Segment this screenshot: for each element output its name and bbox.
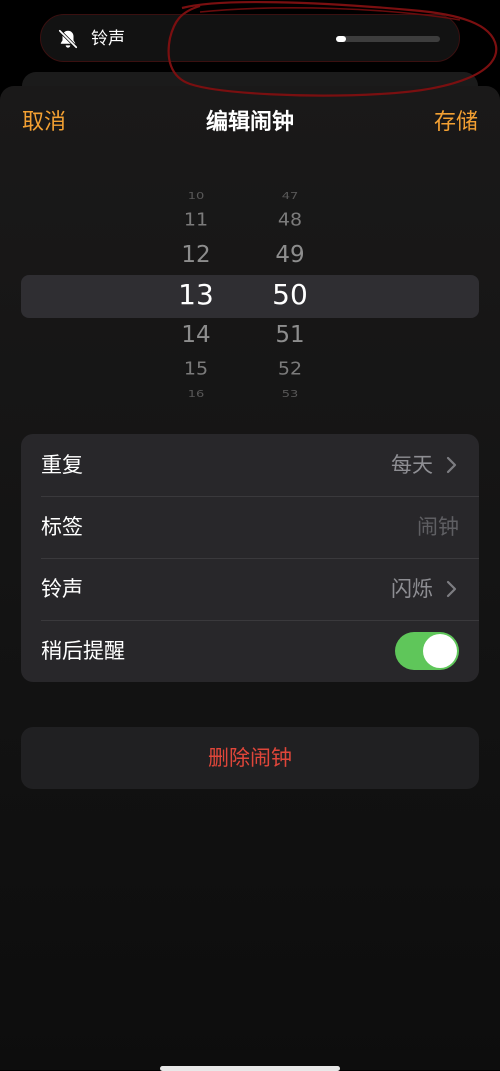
toggle-knob bbox=[423, 634, 457, 668]
repeat-row[interactable]: 重复 每天 bbox=[21, 434, 479, 496]
snooze-toggle[interactable] bbox=[395, 632, 459, 670]
bell-slash-icon bbox=[58, 29, 78, 49]
tag-row[interactable]: 标签 闹钟 bbox=[21, 496, 479, 558]
picker-selection-band bbox=[21, 275, 479, 318]
minute-option[interactable]: 48 bbox=[260, 210, 320, 231]
hud-label: 铃声 bbox=[91, 29, 125, 49]
snooze-row: 稍后提醒 bbox=[21, 620, 479, 682]
hour-option[interactable]: 15 bbox=[166, 359, 226, 380]
hour-option[interactable]: 16 bbox=[166, 388, 226, 401]
hour-selected[interactable]: 13 bbox=[166, 279, 226, 311]
page-title: 编辑闹钟 bbox=[205, 110, 294, 135]
hour-option[interactable]: 14 bbox=[166, 322, 226, 349]
sound-value: 闪烁 bbox=[391, 577, 433, 601]
minute-option[interactable]: 51 bbox=[260, 322, 320, 349]
volume-slider[interactable] bbox=[336, 36, 440, 42]
alarm-settings-group: 重复 每天 标签 闹钟 铃声 闪烁 稍后提醒 bbox=[21, 434, 479, 682]
repeat-value: 每天 bbox=[391, 453, 433, 477]
tag-label: 标签 bbox=[41, 515, 83, 539]
minute-selected[interactable]: 50 bbox=[260, 279, 320, 311]
save-button[interactable]: 存储 bbox=[434, 108, 478, 138]
chevron-right-icon bbox=[446, 580, 457, 598]
hour-option[interactable]: 12 bbox=[166, 242, 226, 269]
minute-option[interactable]: 47 bbox=[260, 190, 320, 203]
sound-row[interactable]: 铃声 闪烁 bbox=[21, 558, 479, 620]
delete-alarm-button[interactable]: 删除闹钟 bbox=[21, 727, 479, 789]
minute-option[interactable]: 52 bbox=[260, 359, 320, 380]
delete-alarm-label: 删除闹钟 bbox=[208, 746, 292, 770]
tag-input[interactable]: 闹钟 bbox=[417, 513, 459, 541]
home-indicator[interactable] bbox=[160, 1066, 340, 1071]
snooze-label: 稍后提醒 bbox=[41, 639, 125, 663]
volume-fill bbox=[336, 36, 347, 42]
minute-option[interactable]: 53 bbox=[260, 388, 320, 401]
minute-option[interactable]: 49 bbox=[260, 242, 320, 269]
ringer-volume-hud: 铃声 bbox=[40, 14, 460, 62]
hour-option[interactable]: 11 bbox=[166, 210, 226, 231]
sound-label: 铃声 bbox=[41, 577, 83, 601]
repeat-label: 重复 bbox=[41, 453, 83, 477]
chevron-right-icon bbox=[446, 456, 457, 474]
hour-option[interactable]: 10 bbox=[166, 190, 226, 203]
